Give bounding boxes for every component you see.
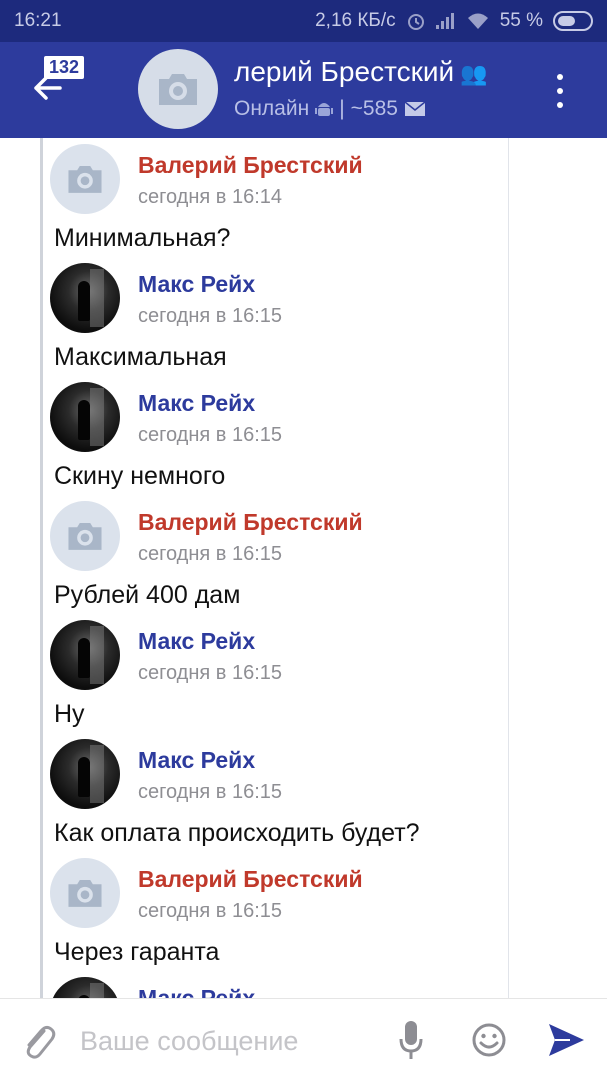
message-item[interactable]: Валерий Брестский сегодня в 16:14 Минималь…: [50, 138, 510, 257]
group-icon: 👥: [460, 61, 488, 86]
message-count: ~585: [350, 97, 398, 120]
camera-icon: [68, 165, 102, 193]
sender-avatar[interactable]: [50, 620, 120, 690]
overflow-menu-button[interactable]: [551, 74, 569, 108]
message-time: сегодня в 16:15: [138, 305, 282, 327]
message-time: сегодня в 16:15: [138, 781, 282, 803]
message-author[interactable]: Валерий Брестский: [138, 152, 363, 179]
message-time: сегодня в 16:14: [138, 186, 282, 208]
camera-icon: [68, 522, 102, 550]
message-text: Рублей 400 дам: [54, 581, 241, 609]
sender-avatar[interactable]: [50, 382, 120, 452]
message-input[interactable]: [80, 1023, 380, 1059]
message-item[interactable]: Макс Рейх сегодня в 16:15 Максимальная: [50, 257, 510, 376]
message-author[interactable]: Валерий Брестский: [138, 866, 363, 893]
message-text: Через гаранта: [54, 938, 220, 966]
message-time: сегодня в 16:15: [138, 424, 282, 446]
message-text: Ну: [54, 700, 85, 728]
quote-border: [40, 138, 43, 998]
message-time: сегодня в 16:15: [138, 662, 282, 684]
message-item[interactable]: Макс Рейх сегодня в 16:15 Скину немного: [50, 376, 510, 495]
message-time: сегодня в 16:15: [138, 900, 282, 922]
envelope-icon: [404, 101, 426, 116]
contact-status-line: Онлайн | ~585: [234, 97, 426, 121]
battery-percent: 55 %: [499, 10, 543, 31]
message-author[interactable]: Макс Рейх: [138, 628, 255, 655]
attach-icon[interactable]: [20, 1021, 56, 1061]
status-separator: |: [339, 97, 345, 120]
sender-avatar[interactable]: [50, 739, 120, 809]
message-author[interactable]: Макс Рейх: [138, 747, 255, 774]
camera-icon: [68, 879, 102, 907]
message-list[interactable]: Валерий Брестский сегодня в 16:14 Минималь…: [0, 138, 607, 998]
message-item[interactable]: Валерий Брестский сегодня в 16:15 Рублей 4…: [50, 495, 510, 614]
sender-avatar[interactable]: [50, 977, 120, 998]
android-icon: [315, 103, 334, 116]
emoji-icon[interactable]: [471, 1022, 507, 1058]
message-text: Минимальная?: [54, 224, 231, 252]
message-composer: [0, 998, 607, 1080]
contact-name-text: лерий Брестский: [234, 56, 455, 87]
sender-avatar[interactable]: [50, 263, 120, 333]
message-time: сегодня в 16:15: [138, 543, 282, 565]
contact-name[interactable]: лерий Брестский 👥: [234, 56, 524, 88]
sender-avatar[interactable]: [50, 858, 120, 928]
message-item[interactable]: Макс Рейх сегодня в 16:15 Как оплата проис…: [50, 733, 510, 852]
battery-icon: [553, 11, 593, 31]
more-vert-icon: [557, 74, 563, 80]
message-item[interactable]: Макс Рейх сегодня в 16:15 Ну: [50, 614, 510, 733]
send-icon[interactable]: [546, 1021, 586, 1059]
cell-signal-icon: [435, 13, 456, 29]
message-item[interactable]: Валерий Брестский сегодня в 16:15 Через га…: [50, 852, 510, 971]
message-text: Как оплата происходить будет?: [54, 819, 420, 847]
unread-badge: 132: [44, 56, 85, 79]
message-text: Максимальная: [54, 343, 227, 371]
camera-icon: [159, 74, 197, 105]
microphone-icon[interactable]: [398, 1019, 424, 1061]
contact-avatar[interactable]: [138, 49, 218, 129]
wifi-icon: [467, 13, 488, 29]
message-author[interactable]: Макс Рейх: [138, 390, 255, 417]
status-time: 16:21: [14, 10, 62, 31]
status-indicators: 2,16 КБ/с 55 %: [315, 10, 593, 32]
network-speed: 2,16 КБ/с: [315, 10, 396, 31]
chat-header: 132 лерий Брестский 👥 Онлайн | ~585: [0, 42, 607, 138]
sender-avatar[interactable]: [50, 501, 120, 571]
message-text: Скину немного: [54, 462, 226, 490]
online-status: Онлайн: [234, 97, 310, 120]
status-bar: 16:21 2,16 КБ/с 55 %: [0, 0, 607, 42]
message-author[interactable]: Макс Рейх: [138, 271, 255, 298]
message-author[interactable]: Макс Рейх: [138, 985, 255, 998]
message-author[interactable]: Валерий Брестский: [138, 509, 363, 536]
alarm-icon: [407, 14, 424, 30]
message-item[interactable]: Макс Рейх: [50, 971, 510, 998]
sender-avatar[interactable]: [50, 144, 120, 214]
